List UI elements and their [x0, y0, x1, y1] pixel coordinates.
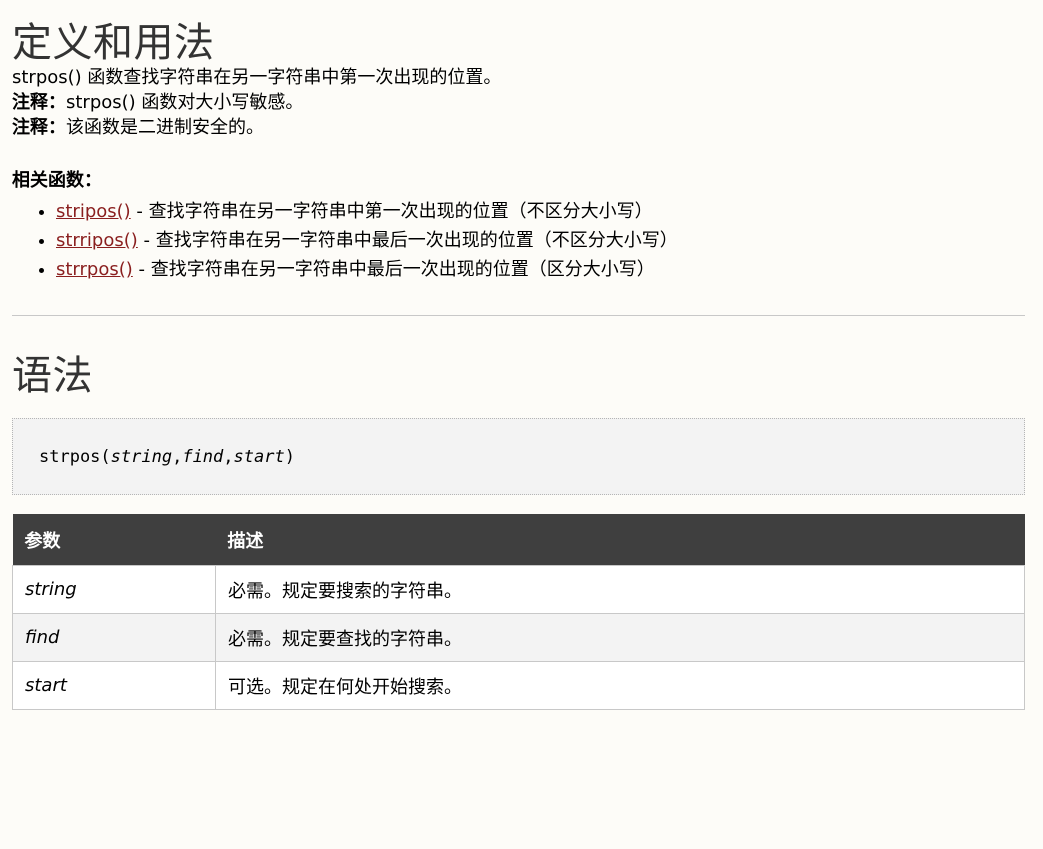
param-name: string [12, 565, 216, 615]
note-case-sensitive: 注释：strpos() 函数对大小写敏感。 [12, 90, 1025, 115]
header-param: 参数 [12, 513, 216, 566]
related-functions-list: stripos() - 查找字符串在另一字符串中第一次出现的位置（不区分大小写）… [12, 197, 1025, 284]
list-item: strripos() - 查找字符串在另一字符串中最后一次出现的位置（不区分大小… [56, 226, 1025, 255]
list-item: strrpos() - 查找字符串在另一字符串中最后一次出现的位置（区分大小写） [56, 255, 1025, 284]
code-close: ) [284, 446, 295, 467]
code-arg-string: string [110, 446, 173, 467]
code-sep: , [223, 446, 234, 467]
header-desc: 描述 [215, 513, 1025, 566]
param-desc: 必需。规定要查找的字符串。 [215, 613, 1025, 663]
code-func: strpos( [39, 446, 111, 467]
table-row: find 必需。规定要查找的字符串。 [12, 613, 1025, 663]
note-text: 该函数是二进制安全的。 [66, 117, 264, 139]
stripos-link[interactable]: stripos() [56, 201, 131, 222]
related-desc: - 查找字符串在另一字符串中第一次出现的位置（不区分大小写） [130, 200, 653, 222]
table-row: start 可选。规定在何处开始搜索。 [12, 661, 1025, 711]
param-name: find [12, 613, 216, 663]
section-divider [12, 314, 1025, 316]
table-row: string 必需。规定要搜索的字符串。 [12, 565, 1025, 615]
code-arg-find: find [182, 446, 224, 467]
note-label: 注释： [12, 117, 66, 139]
related-desc: - 查找字符串在另一字符串中最后一次出现的位置（不区分大小写） [137, 229, 678, 251]
code-arg-start: start [233, 446, 285, 467]
table-header-row: 参数 描述 [12, 513, 1025, 566]
strripos-link[interactable]: strripos() [56, 230, 138, 251]
note-label: 注释： [12, 92, 66, 114]
intro-paragraph: strpos() 函数查找字符串在另一字符串中第一次出现的位置。 [12, 67, 502, 88]
param-name: start [12, 661, 216, 711]
definition-heading: 定义和用法 [12, 20, 215, 66]
param-desc: 可选。规定在何处开始搜索。 [215, 661, 1025, 711]
note-text: strpos() 函数对大小写敏感。 [66, 92, 304, 114]
list-item: stripos() - 查找字符串在另一字符串中第一次出现的位置（不区分大小写） [56, 197, 1025, 226]
note-binary-safe: 注释：该函数是二进制安全的。 [12, 115, 1025, 140]
syntax-heading: 语法 [12, 352, 93, 399]
related-functions-title: 相关函数： [12, 169, 102, 191]
syntax-code-box: strpos(string,find,start) [12, 417, 1025, 495]
parameters-table: 参数 描述 string 必需。规定要搜索的字符串。 find 必需。规定要查找… [12, 513, 1025, 711]
code-sep: , [172, 446, 183, 467]
related-desc: - 查找字符串在另一字符串中最后一次出现的位置（区分大小写） [132, 258, 655, 280]
page: 定义和用法 strpos() 函数查找字符串在另一字符串中第一次出现的位置。 注… [0, 0, 1043, 849]
strrpos-link[interactable]: strrpos() [56, 259, 133, 280]
param-desc: 必需。规定要搜索的字符串。 [215, 565, 1025, 615]
